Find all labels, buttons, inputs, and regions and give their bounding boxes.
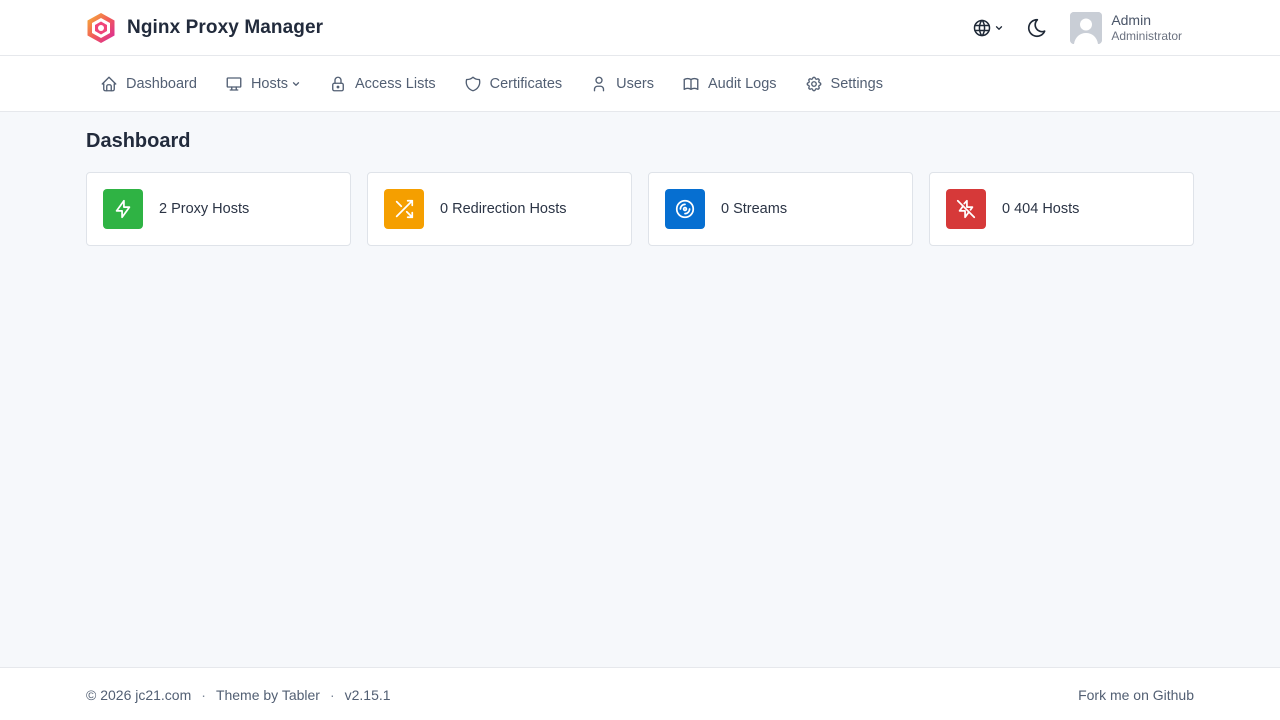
- card-label: 0 Redirection Hosts: [440, 201, 567, 217]
- theme-credit-link[interactable]: Theme by Tabler: [216, 687, 320, 703]
- brand[interactable]: Nginx Proxy Manager: [86, 12, 323, 44]
- monitor-icon: [226, 77, 242, 91]
- user-silhouette-icon: [1070, 12, 1103, 44]
- card-icon-box: [665, 189, 705, 229]
- lock-icon: [332, 76, 344, 92]
- home-icon: [101, 76, 117, 92]
- copyright-link[interactable]: © 2026 jc21.com: [86, 687, 191, 703]
- bolt-off-icon: [956, 199, 976, 219]
- card-redirection-hosts[interactable]: 0 Redirection Hosts: [367, 172, 632, 246]
- chevron-down-icon: [292, 82, 300, 86]
- nav-label-hosts: Hosts: [250, 76, 289, 92]
- footer: © 2026 jc21.com · Theme by Tabler · v2.1…: [0, 667, 1280, 720]
- card-icon-box: [103, 189, 143, 229]
- footer-separator: ·: [201, 686, 206, 703]
- user-menu[interactable]: Admin Administrator: [1070, 12, 1182, 44]
- card-label: 2 Proxy Hosts: [159, 201, 250, 217]
- bolt-icon: [115, 199, 131, 219]
- card-label: 0 404 Hosts: [1002, 201, 1080, 217]
- shield-icon: [465, 76, 481, 92]
- card-streams[interactable]: 0 Streams: [648, 172, 913, 246]
- language-selector[interactable]: [972, 18, 1004, 38]
- nav-label-dashboard: Dashboard: [126, 76, 197, 92]
- github-link[interactable]: Fork me on Github: [1078, 687, 1194, 703]
- user-role: Administrator: [1111, 29, 1182, 44]
- globe-icon: [974, 19, 991, 37]
- nav-label-certificates: Certificates: [489, 76, 563, 92]
- nav-item-access-lists[interactable]: Access Lists: [329, 75, 436, 93]
- nav-item-users[interactable]: Users: [590, 75, 654, 93]
- gear-icon: [806, 76, 821, 92]
- user-icon: [593, 76, 605, 92]
- nav-label-access-lists: Access Lists: [355, 76, 436, 92]
- page-title: Dashboard: [86, 130, 191, 152]
- version-link[interactable]: v2.15.1: [345, 687, 391, 703]
- book-icon: [683, 77, 699, 90]
- nav-label-audit-logs: Audit Logs: [708, 76, 777, 92]
- nav-item-dashboard[interactable]: Dashboard: [100, 75, 197, 93]
- stats-cards: 2 Proxy Hosts 0 Redirection Hosts 0 Stre…: [86, 172, 1194, 246]
- nav-item-hosts[interactable]: Hosts: [225, 75, 301, 93]
- card-proxy-hosts[interactable]: 2 Proxy Hosts: [86, 172, 351, 246]
- card-404-hosts[interactable]: 0 404 Hosts: [929, 172, 1194, 246]
- card-icon-box: [946, 189, 986, 229]
- card-icon-box: [384, 189, 424, 229]
- nav-item-certificates[interactable]: Certificates: [464, 75, 563, 93]
- npm-logo-icon: [87, 13, 115, 43]
- nav-item-audit-logs[interactable]: Audit Logs: [682, 75, 777, 93]
- disc-icon: [675, 199, 695, 219]
- shuffle-icon: [395, 199, 414, 219]
- top-header: Nginx Proxy Manager Admin Administrator: [0, 0, 1280, 56]
- card-label: 0 Streams: [721, 201, 788, 217]
- dark-mode-toggle[interactable]: [1026, 17, 1048, 39]
- user-name: Admin: [1111, 12, 1151, 29]
- main-nav: Dashboard Hosts Access Lists Certificate…: [0, 56, 1280, 112]
- nav-item-settings[interactable]: Settings: [805, 75, 883, 93]
- app-name: Nginx Proxy Manager: [127, 17, 324, 38]
- avatar: [1070, 12, 1103, 44]
- chevron-down-icon: [996, 26, 1003, 30]
- moon-icon: [1028, 18, 1046, 38]
- nav-label-settings: Settings: [830, 76, 883, 92]
- header-actions: Admin Administrator: [972, 0, 1182, 56]
- nav-label-users: Users: [616, 76, 655, 92]
- footer-separator: ·: [329, 686, 335, 703]
